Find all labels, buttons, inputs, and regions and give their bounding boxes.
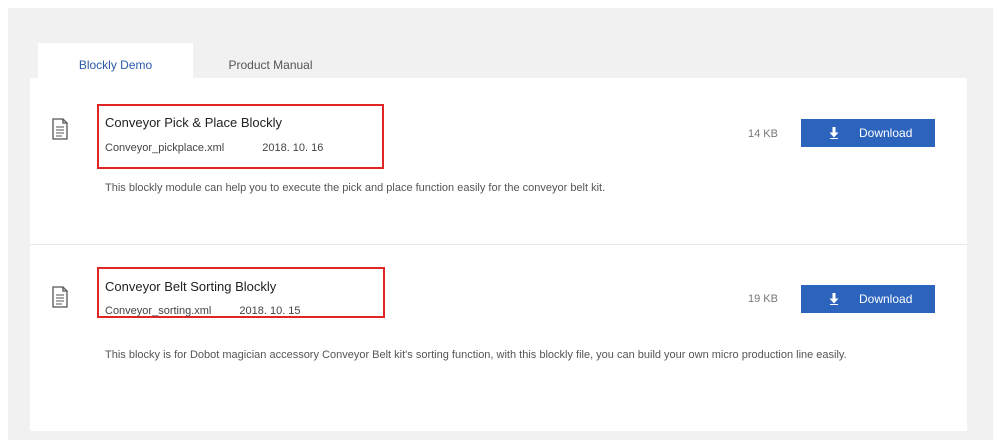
item-description: This blocky is for Dobot magician access… xyxy=(105,349,847,361)
item-title[interactable]: Conveyor Belt Sorting Blockly xyxy=(105,279,276,294)
download-arrow-icon xyxy=(829,127,839,139)
file-size: 14 KB xyxy=(748,128,778,140)
document-icon xyxy=(52,286,68,308)
tab-content: Conveyor Pick & Place Blockly Conveyor_p… xyxy=(30,78,967,431)
download-label: Download xyxy=(859,126,913,140)
download-button[interactable]: Download xyxy=(801,119,935,147)
download-arrow-icon xyxy=(829,293,839,305)
file-date: 2018. 10. 15 xyxy=(239,305,301,317)
download-label: Download xyxy=(859,292,913,306)
file-info: Conveyor_sorting.xml 2018. 10. 15 xyxy=(105,305,301,317)
file-name: Conveyor_sorting.xml xyxy=(105,305,212,317)
download-item: Conveyor Belt Sorting Blockly Conveyor_s… xyxy=(30,245,967,431)
download-item: Conveyor Pick & Place Blockly Conveyor_p… xyxy=(30,78,967,245)
file-size: 19 KB xyxy=(748,293,778,305)
highlight-box xyxy=(97,104,384,169)
document-icon xyxy=(52,118,68,140)
file-date: 2018. 10. 16 xyxy=(262,142,324,154)
file-info: Conveyor_pickplace.xml 2018. 10. 16 xyxy=(105,142,323,154)
item-description: This blockly module can help you to exec… xyxy=(105,182,606,194)
item-title[interactable]: Conveyor Pick & Place Blockly xyxy=(105,115,282,130)
file-name: Conveyor_pickplace.xml xyxy=(105,142,225,154)
download-button[interactable]: Download xyxy=(801,285,935,313)
